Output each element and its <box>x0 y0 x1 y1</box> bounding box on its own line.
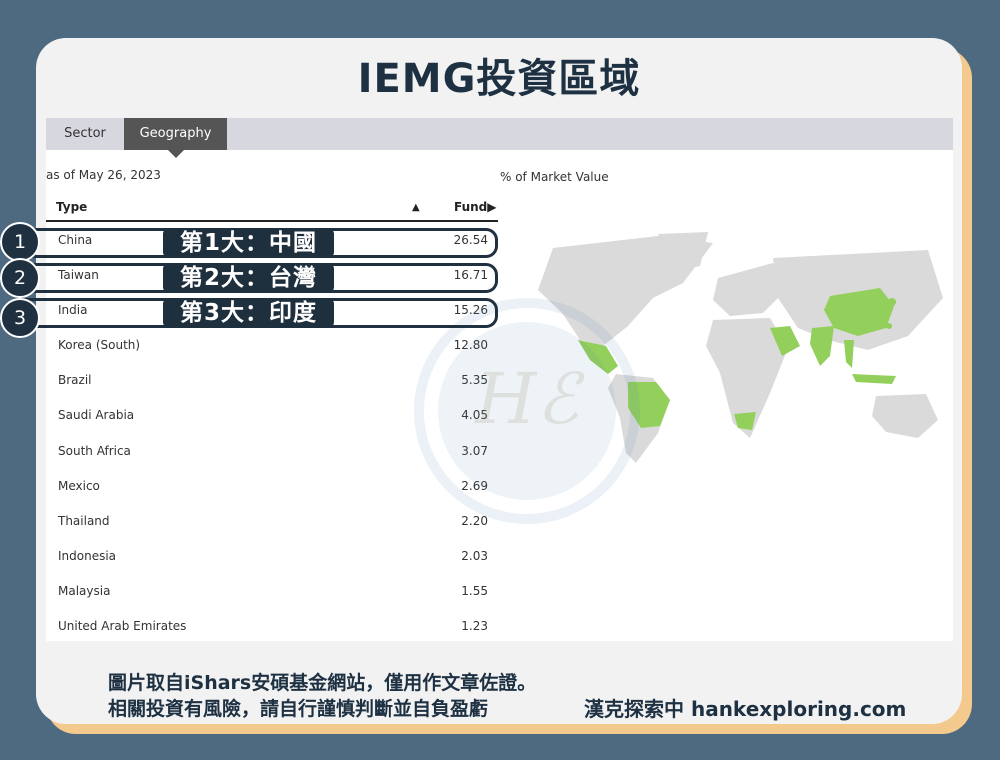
weight-value: 1.23 <box>461 619 488 634</box>
table-row: Mexico 2.69 <box>46 469 498 504</box>
rank-badge-3: 3 <box>0 298 40 338</box>
map-label: % of Market Value <box>500 170 609 184</box>
tab-bar: Sector Geography <box>46 118 953 158</box>
country-name: South Africa <box>58 443 131 458</box>
weight-value: 1.55 <box>461 583 488 598</box>
table-row: Indonesia 2.03 <box>46 539 498 574</box>
card: IEMG投資區域 Sector Geography as of May 26, … <box>36 38 962 724</box>
table-row: Thailand 2.20 <box>46 504 498 539</box>
country-name: Mexico <box>58 478 100 493</box>
country-name: Indonesia <box>58 548 117 563</box>
map-taiwan <box>886 323 892 329</box>
country-name: Malaysia <box>58 583 111 598</box>
country-name: United Arab Emirates <box>58 619 187 634</box>
country-name: Korea (South) <box>58 338 141 353</box>
highlight-label-3: 第3大：印度 <box>163 298 334 328</box>
weight-value: 2.03 <box>461 548 488 563</box>
watermark-text: Hℰ <box>475 358 579 440</box>
column-header-type[interactable]: Type <box>56 200 87 214</box>
table-row: Malaysia 1.55 <box>46 574 498 609</box>
map-indonesia <box>852 374 896 384</box>
page-title: IEMG投資區域 <box>357 56 641 102</box>
country-name: Brazil <box>58 373 92 388</box>
map-southeast-asia <box>844 340 854 368</box>
map-australia <box>872 394 938 438</box>
table-row: United Arab Emirates 1.23 <box>46 609 498 644</box>
watermark-logo: Hℰ <box>414 298 640 524</box>
site-credit: 漢克探索中 hankexploring.com <box>584 697 907 721</box>
footer-note-line2: 相關投資有風險，請自行謹慎判斷並自負盈虧 <box>108 698 489 720</box>
header-divider <box>46 220 498 222</box>
column-header-fund[interactable]: Fund▶ <box>454 200 497 214</box>
highlight-label-1: 第1大：中國 <box>163 228 334 258</box>
tab-geography[interactable]: Geography <box>124 118 227 158</box>
sort-up-icon[interactable]: ▲ <box>412 202 420 213</box>
as-of-date: as of May 26, 2023 <box>46 168 161 182</box>
footer-note-line1: 圖片取自iShars安碩基金網站，僅用作文章佐證。 <box>108 672 537 694</box>
map-india <box>810 326 834 366</box>
country-name: Saudi Arabia <box>58 408 135 423</box>
country-name: Thailand <box>58 513 110 528</box>
map-korea <box>888 298 896 306</box>
rank-badge-2: 2 <box>0 258 40 298</box>
highlight-label-2: 第2大：台灣 <box>163 263 334 293</box>
rank-badge-1: 1 <box>0 222 40 262</box>
tab-sector[interactable]: Sector <box>46 118 124 150</box>
